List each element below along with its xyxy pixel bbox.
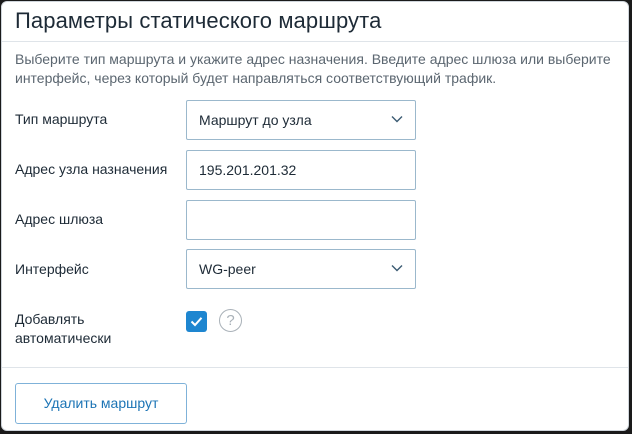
auto-add-label: Добавлять автоматически [15,311,112,346]
footer-divider [2,367,628,368]
chevron-down-icon [391,265,403,272]
help-icon[interactable]: ? [219,309,242,332]
destination-input[interactable] [199,152,399,188]
checkmark-icon [190,317,203,327]
destination-field [186,150,416,190]
destination-label: Адрес узла назначения [15,161,168,177]
title-divider [2,41,628,42]
chevron-down-icon [391,116,403,123]
delete-route-button[interactable]: Удалить маршрут [15,383,187,424]
route-type-value: Маршрут до узла [199,112,312,128]
auto-add-checkbox[interactable] [186,311,207,332]
route-type-select[interactable]: Маршрут до узла [186,100,416,140]
dialog-title: Параметры статического маршрута [15,8,382,33]
interface-select[interactable]: WG-peer [186,249,416,289]
interface-label: Интерфейс [15,261,89,277]
static-route-dialog: Параметры статического маршрута Выберите… [1,1,629,431]
gateway-field [186,200,416,240]
gateway-input[interactable] [199,202,399,238]
dialog-description: Выберите тип маршрута и укажите адрес на… [15,51,611,86]
route-type-label: Тип маршрута [15,111,108,127]
interface-value: WG-peer [199,261,256,277]
gateway-label: Адрес шлюза [15,211,104,227]
